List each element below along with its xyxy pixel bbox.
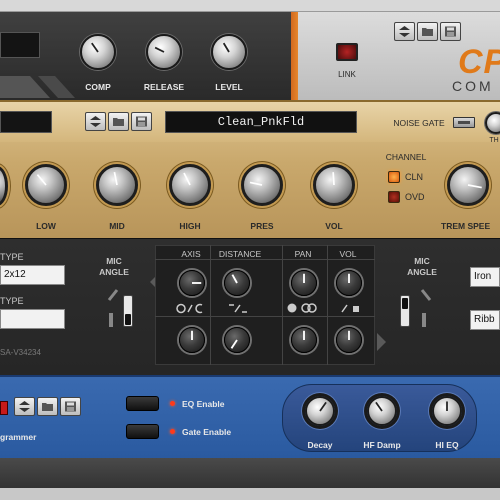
window-top-border bbox=[0, 0, 500, 12]
reverb-preset-updown-button[interactable] bbox=[14, 397, 35, 416]
hi-eq-knob-label: HI EQ bbox=[435, 440, 459, 450]
cp-logo-subtitle: COM bbox=[452, 78, 494, 94]
mic2-distance-knob[interactable] bbox=[224, 327, 250, 353]
hi-eq-knob[interactable] bbox=[432, 396, 462, 426]
link-button[interactable] bbox=[336, 43, 358, 61]
channel-cln-button[interactable] bbox=[388, 171, 400, 183]
window-bottom-border bbox=[0, 488, 500, 500]
trem-speed-knob[interactable] bbox=[447, 164, 489, 206]
channel-ovd-label: OVD bbox=[405, 192, 425, 202]
low-knob-label: LOW bbox=[36, 221, 56, 231]
pres-knob-label: PRES bbox=[250, 221, 274, 231]
low-knob[interactable] bbox=[25, 164, 67, 206]
mic1-pan-knob[interactable] bbox=[291, 270, 317, 296]
compressor-display bbox=[0, 32, 40, 58]
mic-icon-left-vertical bbox=[109, 313, 113, 327]
threshold-label: TH bbox=[489, 137, 499, 144]
high-knob[interactable] bbox=[169, 164, 211, 206]
folder-icon[interactable] bbox=[417, 22, 438, 41]
level-knob-label: LEVEL bbox=[215, 82, 243, 92]
mic-angle-switch-right-thumb bbox=[402, 298, 408, 309]
gate-enable-button[interactable] bbox=[126, 424, 159, 439]
comp-knob-label: COMP bbox=[85, 82, 111, 92]
link-label: LINK bbox=[338, 70, 356, 79]
channel-label: CHANNEL bbox=[385, 152, 427, 162]
hf-damp-knob[interactable] bbox=[367, 396, 397, 426]
mic-axis-onoff-icon bbox=[176, 303, 203, 314]
mic-angle-switch-left-thumb bbox=[125, 314, 131, 325]
gate-enable-led bbox=[170, 429, 175, 434]
preset-updown-button[interactable] bbox=[394, 22, 415, 41]
noise-gate-toggle[interactable] bbox=[453, 117, 475, 128]
gate-enable-label: Gate Enable bbox=[182, 427, 232, 437]
trem-speed-knob-label: TREM SPEE bbox=[441, 221, 491, 231]
mid-knob-label: MID bbox=[109, 221, 125, 231]
channel-cln-label: CLN bbox=[405, 172, 424, 182]
mid-knob[interactable] bbox=[96, 164, 138, 206]
mic-type-select-1[interactable]: Iron bbox=[470, 267, 500, 287]
hf-damp-knob-label: HF Damp bbox=[363, 440, 401, 450]
reverb-power-led[interactable] bbox=[0, 401, 8, 415]
cab-type-select-1[interactable]: 2x12 bbox=[0, 265, 65, 285]
mic-panel-divider bbox=[327, 245, 328, 365]
release-knob-label: RELEASE bbox=[143, 82, 185, 92]
mic-distance-near-far-icon bbox=[229, 304, 247, 313]
noise-gate-threshold-knob[interactable] bbox=[485, 112, 500, 134]
mic-icon-right bbox=[420, 289, 432, 301]
eq-enable-button[interactable] bbox=[126, 396, 159, 411]
mic1-vol-knob[interactable] bbox=[336, 270, 362, 296]
high-knob-label: HIGH bbox=[179, 221, 201, 231]
mic-angle-switch-right[interactable] bbox=[400, 295, 410, 327]
mic-angle-label-left: MIC ANGLE bbox=[99, 256, 129, 277]
reverb-save-icon[interactable] bbox=[60, 397, 81, 416]
comp-knob[interactable] bbox=[80, 34, 116, 70]
noise-gate-label: NOISE GATE bbox=[393, 118, 445, 128]
mic1-distance-knob[interactable] bbox=[224, 270, 250, 296]
mic-pan-link-icon bbox=[287, 303, 317, 313]
reverb-folder-icon[interactable] bbox=[37, 397, 58, 416]
vol-knob[interactable] bbox=[313, 164, 355, 206]
programmer-label: grammer bbox=[0, 432, 37, 442]
cab-serial-number: SA-V34234 bbox=[0, 348, 41, 357]
channel-ovd-button[interactable] bbox=[388, 191, 400, 203]
decay-knob[interactable] bbox=[305, 396, 335, 426]
mic-distance-header: DISTANCE bbox=[218, 249, 262, 259]
compressor-logo-shape bbox=[0, 76, 75, 98]
amp-save-icon[interactable] bbox=[131, 112, 152, 131]
mic-axis-header: AXIS bbox=[181, 249, 201, 259]
pres-knob[interactable] bbox=[241, 164, 283, 206]
amp-folder-icon[interactable] bbox=[108, 112, 129, 131]
cp-logo: CP bbox=[458, 43, 500, 81]
preset-name-display[interactable]: Clean_PnkFld bbox=[165, 111, 357, 133]
mic-panel-row-divider bbox=[155, 316, 375, 317]
mic2-pan-knob[interactable] bbox=[291, 327, 317, 353]
cab-type-label-1: TYPE bbox=[0, 252, 24, 262]
mic-type-select-2[interactable]: Ribb bbox=[470, 310, 500, 330]
cab-type-select-2[interactable] bbox=[0, 309, 65, 329]
save-icon[interactable] bbox=[440, 22, 461, 41]
release-knob[interactable] bbox=[146, 34, 182, 70]
amp-display bbox=[0, 111, 52, 133]
mic-vol-header: VOL bbox=[339, 249, 357, 259]
eq-enable-label: EQ Enable bbox=[182, 399, 225, 409]
mic-angle-switch-left[interactable] bbox=[123, 295, 133, 327]
amp-preset-updown-button[interactable] bbox=[85, 112, 106, 131]
cab-type-label-2: TYPE bbox=[0, 296, 24, 306]
mic1-axis-knob[interactable] bbox=[179, 270, 205, 296]
mic-vol-icon bbox=[341, 304, 359, 313]
mic-panel-header-divider bbox=[155, 259, 375, 260]
eq-enable-led bbox=[170, 401, 175, 406]
mic2-axis-knob[interactable] bbox=[179, 327, 205, 353]
vol-knob-label: VOL bbox=[325, 221, 343, 231]
mic-pan-header: PAN bbox=[294, 249, 312, 259]
level-knob[interactable] bbox=[211, 34, 247, 70]
mic-panel-divider bbox=[282, 245, 283, 365]
mic-icon-left bbox=[107, 289, 119, 301]
mic-icon-right-vertical bbox=[422, 313, 426, 327]
mic2-vol-knob[interactable] bbox=[336, 327, 362, 353]
decay-knob-label: Decay bbox=[307, 440, 333, 450]
mic-next-arrow-icon[interactable] bbox=[377, 333, 386, 351]
mic-angle-label-right: MIC ANGLE bbox=[407, 256, 437, 277]
mic-panel-divider bbox=[210, 245, 211, 365]
